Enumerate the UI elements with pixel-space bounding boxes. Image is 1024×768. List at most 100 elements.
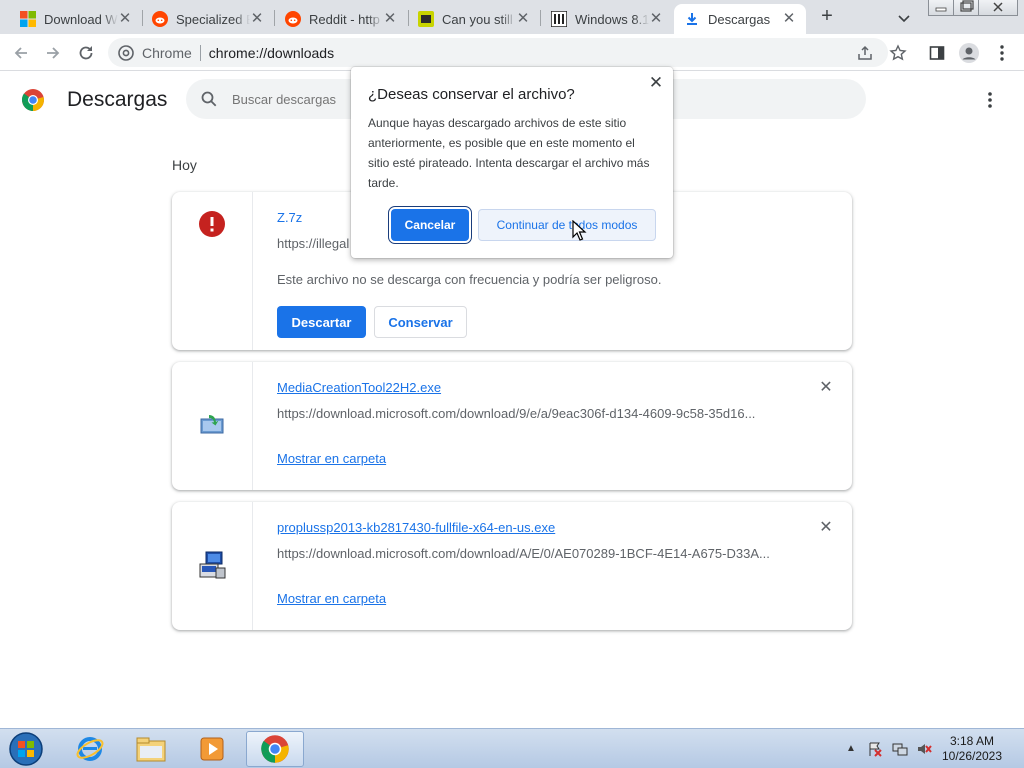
close-tab-icon[interactable]: ✕ <box>514 10 532 28</box>
tab-title: Windows 8.1 <box>575 11 649 27</box>
taskbar-clock[interactable]: 3:18 AM 10/26/2023 <box>932 734 1012 764</box>
file-name-link[interactable]: proplussp2013-kb2817430-fullfile-x64-en-… <box>277 520 555 535</box>
cancel-button[interactable]: Cancelar <box>391 209 469 241</box>
chrome-menu-button[interactable] <box>991 42 1013 64</box>
installer-icon <box>200 415 224 434</box>
downloads-menu-button[interactable] <box>978 88 1002 112</box>
maximize-window-button[interactable] <box>953 0 979 16</box>
page-title: Descargas <box>67 88 168 111</box>
clock-time: 3:18 AM <box>949 734 995 748</box>
windows-logo-icon <box>20 11 36 27</box>
bookmark-button[interactable] <box>887 42 909 64</box>
url-text: chrome://downloads <box>208 44 335 61</box>
clock-date: 10/26/2023 <box>941 749 1003 763</box>
omnibox-divider <box>199 44 201 61</box>
remove-download-button[interactable]: ✕ <box>818 520 834 536</box>
tab-reddit[interactable]: Reddit - http ✕ <box>275 4 407 34</box>
file-url[interactable]: https://illegal <box>277 236 357 251</box>
tab-descargas[interactable]: Descargas ✕ <box>674 4 806 34</box>
profile-button[interactable] <box>958 42 980 64</box>
new-tab-button[interactable]: + <box>816 6 838 28</box>
file-name: Z.7z <box>277 210 303 225</box>
date-group-label: Hoy <box>172 157 197 173</box>
address-bar[interactable]: Chrome chrome://downloads <box>108 38 888 67</box>
windows-taskbar: ▲ 3:18 AM 10/26/2023 <box>0 728 1024 768</box>
tab-specialized[interactable]: Specialized E ✕ <box>142 4 274 34</box>
danger-icon <box>199 211 225 237</box>
file-icon-column <box>172 502 253 630</box>
system-tray: ▲ 3:18 AM 10/26/2023 <box>840 729 1024 768</box>
network-icon[interactable] <box>892 741 908 757</box>
setup-exe-icon <box>199 551 226 579</box>
taskbar-file-explorer[interactable] <box>125 731 177 767</box>
mouse-cursor-icon <box>572 220 587 241</box>
folder-icon <box>136 737 166 762</box>
reload-icon <box>79 46 93 60</box>
taskbar-media-player[interactable] <box>186 731 238 767</box>
continue-anyway-button[interactable]: Continuar de todos modos <box>478 209 656 241</box>
share-button[interactable] <box>854 42 876 64</box>
close-icon <box>993 2 1003 12</box>
forum-icon <box>418 11 434 27</box>
file-name-link[interactable]: MediaCreationTool22H2.exe <box>277 380 441 395</box>
minimize-window-button[interactable] <box>928 0 954 16</box>
internet-explorer-icon <box>76 737 104 761</box>
dialog-title: ¿Deseas conservar el archivo? <box>368 86 575 103</box>
chrome-logo-icon <box>22 89 44 111</box>
show-hidden-icons-button[interactable]: ▲ <box>846 743 856 754</box>
download-card: MediaCreationTool22H2.exe https://downlo… <box>172 362 852 490</box>
media-player-icon <box>200 737 224 761</box>
close-tab-icon[interactable]: ✕ <box>647 10 665 28</box>
minimize-icon <box>935 7 947 12</box>
discard-button[interactable]: Descartar <box>277 306 366 338</box>
dialog-message: Aunque hayas descargado archivos de este… <box>368 116 650 190</box>
taskbar-chrome[interactable] <box>246 731 304 767</box>
tab-can-you-still[interactable]: Can you still ✕ <box>408 4 540 34</box>
close-window-button[interactable] <box>978 0 1018 16</box>
chrome-logo-icon <box>261 735 289 763</box>
back-button[interactable] <box>8 40 34 66</box>
keep-file-dialog: ¿Deseas conservar el archivo? ✕ Aunque h… <box>351 67 673 258</box>
tab-strip: Download W ✕ Specialized E ✕ Reddit - ht… <box>0 0 1024 34</box>
close-tab-icon[interactable]: ✕ <box>780 10 798 28</box>
download-card: proplussp2013-kb2817430-fullfile-x64-en-… <box>172 502 852 630</box>
archive-icon <box>551 11 567 27</box>
forward-button[interactable] <box>40 40 66 66</box>
show-in-folder-link[interactable]: Mostrar en carpeta <box>277 451 386 466</box>
tab-search-chevron-icon[interactable] <box>894 8 914 28</box>
chrome-page-icon <box>118 45 134 61</box>
show-in-folder-link[interactable]: Mostrar en carpeta <box>277 591 386 606</box>
more-vert-icon <box>988 92 992 108</box>
site-chip: Chrome <box>142 44 192 61</box>
close-tab-icon[interactable]: ✕ <box>116 10 134 28</box>
dialog-close-button[interactable]: ✕ <box>647 74 665 92</box>
side-panel-icon <box>929 46 945 60</box>
file-url[interactable]: https://download.microsoft.com/download/… <box>277 546 777 561</box>
reddit-icon <box>152 11 168 27</box>
more-vert-icon <box>1000 45 1004 61</box>
tab-title: Can you still <box>442 11 513 27</box>
search-icon <box>201 91 217 107</box>
volume-muted-icon[interactable] <box>916 741 932 757</box>
keep-button[interactable]: Conservar <box>374 306 467 338</box>
arrow-right-icon <box>47 47 60 59</box>
start-button[interactable] <box>6 731 46 767</box>
tab-title: Specialized E <box>176 11 250 27</box>
tab-windows-81[interactable]: Windows 8.1 ✕ <box>541 4 673 34</box>
tab-title: Download W <box>44 11 118 27</box>
action-center-flag-icon[interactable] <box>867 741 883 757</box>
arrow-left-icon <box>14 47 27 59</box>
browser-toolbar: Chrome chrome://downloads <box>0 34 1024 71</box>
danger-warning-text: Este archivo no se descarga con frecuenc… <box>277 272 662 287</box>
restore-icon <box>960 0 974 12</box>
tab-download-windows[interactable]: Download W ✕ <box>10 4 142 34</box>
remove-download-button[interactable]: ✕ <box>818 380 834 396</box>
taskbar-internet-explorer[interactable] <box>64 731 116 767</box>
reload-button[interactable] <box>73 40 99 66</box>
close-tab-icon[interactable]: ✕ <box>248 10 266 28</box>
file-icon-column <box>172 192 253 350</box>
share-icon <box>858 45 872 60</box>
file-url[interactable]: https://download.microsoft.com/download/… <box>277 406 777 421</box>
close-tab-icon[interactable]: ✕ <box>381 10 399 28</box>
side-panel-button[interactable] <box>926 42 948 64</box>
